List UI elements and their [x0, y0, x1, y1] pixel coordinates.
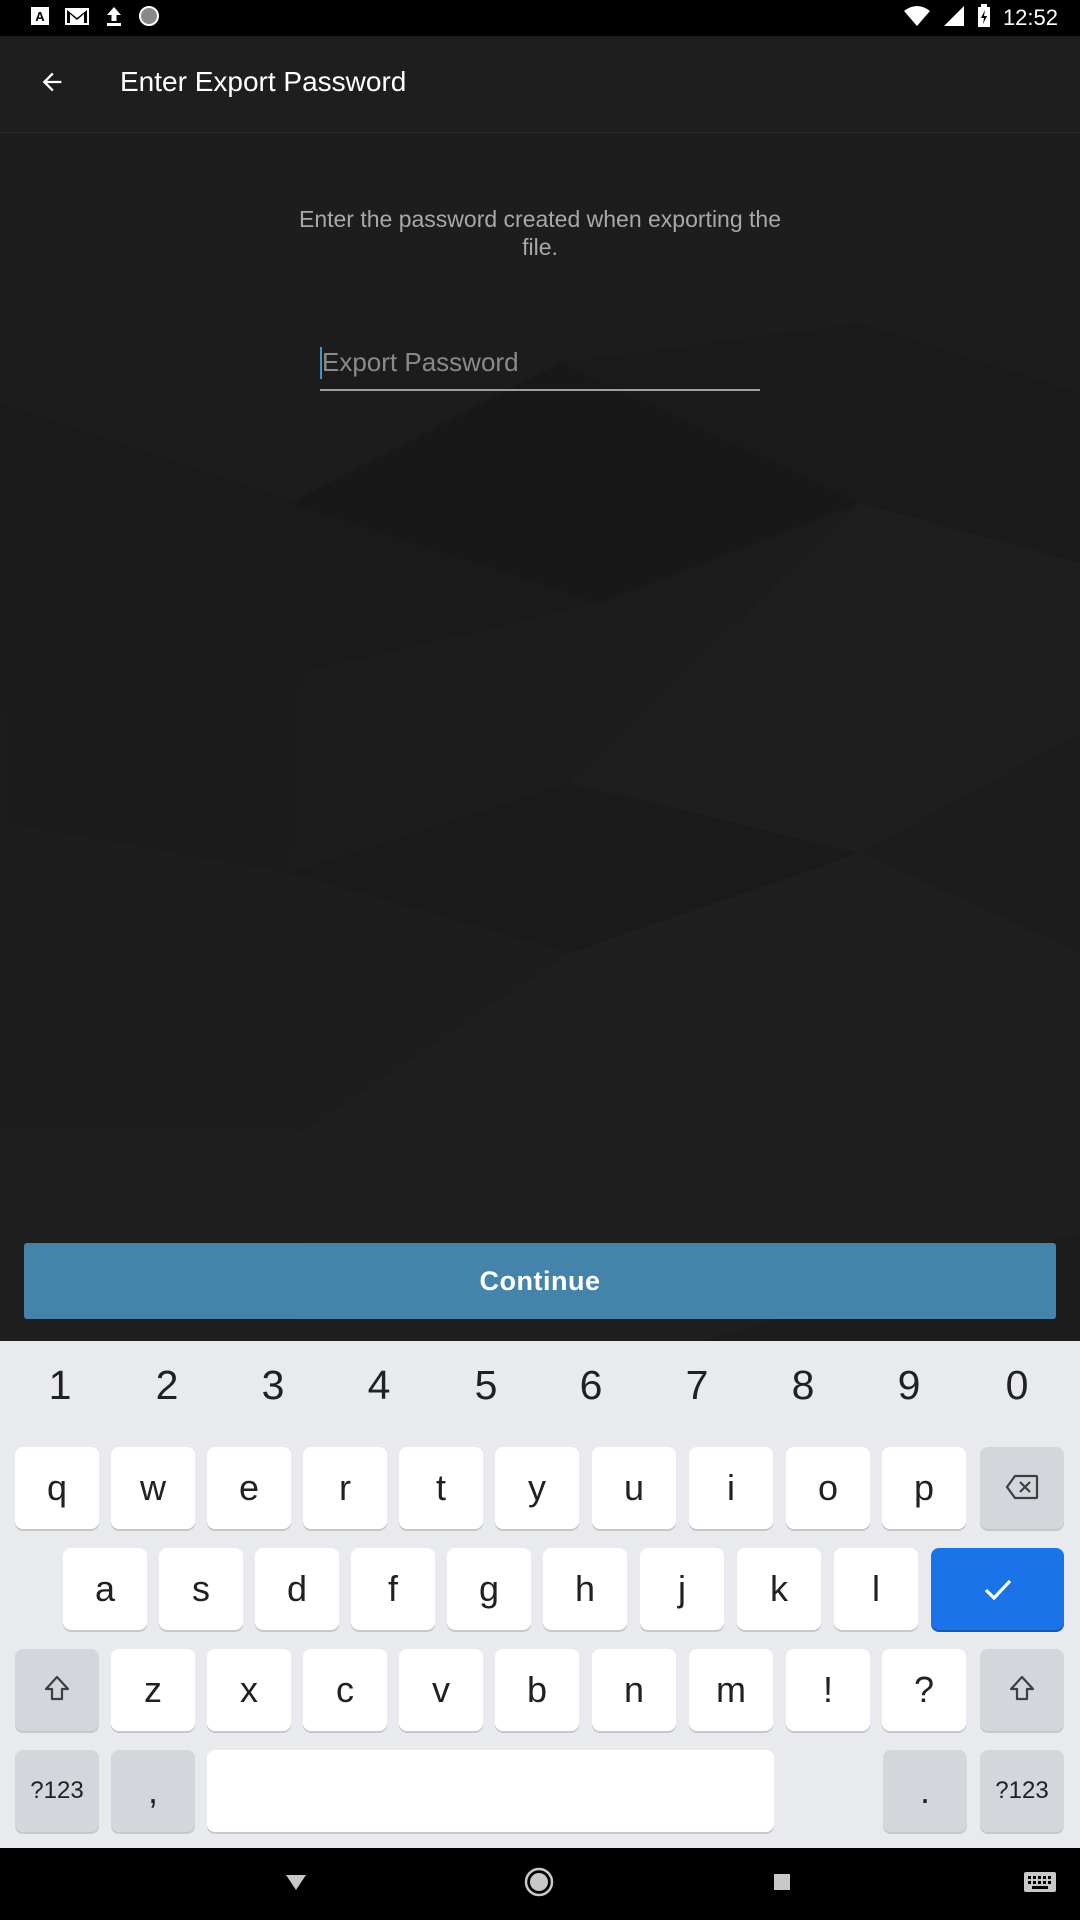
key-v[interactable]: v: [399, 1649, 483, 1731]
shift-key-right[interactable]: [980, 1649, 1064, 1731]
key-q[interactable]: q: [15, 1447, 99, 1529]
symbols-key-left[interactable]: ?123: [15, 1750, 99, 1832]
svg-text:A: A: [35, 9, 45, 24]
key-4[interactable]: 4: [326, 1341, 432, 1429]
back-button[interactable]: [28, 60, 76, 108]
key-8[interactable]: 8: [750, 1341, 856, 1429]
symbols-key-right[interactable]: ?123: [980, 1750, 1064, 1832]
key-f[interactable]: f: [351, 1548, 435, 1630]
continue-button[interactable]: Continue: [24, 1243, 1056, 1319]
key-l[interactable]: l: [834, 1548, 918, 1630]
background-pattern: [0, 133, 1080, 1341]
password-field[interactable]: [320, 337, 762, 391]
key-n[interactable]: n: [592, 1649, 676, 1731]
nav-back-button[interactable]: [274, 1862, 318, 1906]
on-screen-keyboard: 1 2 3 4 5 6 7 8 9 0 q w e r t y u i o p …: [0, 1341, 1080, 1848]
key-e[interactable]: e: [207, 1447, 291, 1529]
key-7[interactable]: 7: [644, 1341, 750, 1429]
comma-key[interactable]: ,: [111, 1750, 195, 1832]
main-content: Enter the password created when exportin…: [0, 133, 1080, 1341]
key-3[interactable]: 3: [220, 1341, 326, 1429]
keyboard-switch-button[interactable]: [1018, 1862, 1062, 1906]
upload-icon: [104, 5, 124, 32]
backspace-key[interactable]: [980, 1447, 1064, 1529]
navigation-bar: [0, 1848, 1080, 1920]
key-6[interactable]: 6: [538, 1341, 644, 1429]
gmail-icon: [64, 6, 90, 31]
key-j[interactable]: j: [640, 1548, 724, 1630]
key-i[interactable]: i: [689, 1447, 773, 1529]
key-question[interactable]: ?: [882, 1649, 966, 1731]
key-a[interactable]: a: [63, 1548, 147, 1630]
wifi-icon: [903, 5, 931, 32]
shift-icon: [43, 1669, 71, 1711]
key-9[interactable]: 9: [856, 1341, 962, 1429]
shift-key-left[interactable]: [15, 1649, 99, 1731]
shift-icon: [1008, 1669, 1036, 1711]
backspace-icon: [1005, 1467, 1039, 1509]
page-title: Enter Export Password: [120, 66, 407, 97]
instruction-text: Enter the password created when exportin…: [298, 206, 781, 260]
key-k[interactable]: k: [737, 1548, 821, 1630]
space-key[interactable]: [207, 1750, 774, 1832]
back-triangle-icon: [284, 1872, 308, 1897]
key-r[interactable]: r: [303, 1447, 387, 1529]
status-time: 12:52: [1002, 5, 1058, 30]
key-exclamation[interactable]: !: [786, 1649, 870, 1731]
key-1[interactable]: 1: [7, 1341, 113, 1429]
number-row: 1 2 3 4 5 6 7 8 9 0: [0, 1341, 1080, 1429]
key-z[interactable]: z: [111, 1649, 195, 1731]
key-c[interactable]: c: [303, 1649, 387, 1731]
font-a-icon: A: [30, 6, 50, 31]
key-d[interactable]: d: [255, 1548, 339, 1630]
app-bar: Enter Export Password: [0, 36, 1080, 133]
keyboard-switch-icon: [1023, 1870, 1057, 1899]
text-caret: [320, 347, 322, 379]
status-bar: A 12:52: [0, 0, 1080, 36]
battery-icon: [977, 3, 991, 33]
nav-home-button[interactable]: [517, 1862, 561, 1906]
check-icon: [983, 1568, 1013, 1610]
home-circle-icon: [523, 1866, 555, 1903]
key-t[interactable]: t: [399, 1447, 483, 1529]
key-w[interactable]: w: [111, 1447, 195, 1529]
recents-square-icon: [772, 1872, 792, 1897]
key-u[interactable]: u: [592, 1447, 676, 1529]
nav-recents-button[interactable]: [760, 1862, 804, 1906]
enter-key[interactable]: [931, 1548, 1064, 1630]
key-g[interactable]: g: [447, 1548, 531, 1630]
key-x[interactable]: x: [207, 1649, 291, 1731]
key-m[interactable]: m: [689, 1649, 773, 1731]
key-s[interactable]: s: [159, 1548, 243, 1630]
period-key[interactable]: .: [883, 1750, 967, 1832]
key-o[interactable]: o: [786, 1447, 870, 1529]
key-0[interactable]: 0: [964, 1341, 1070, 1429]
circle-icon: [138, 5, 160, 32]
key-5[interactable]: 5: [433, 1341, 539, 1429]
key-p[interactable]: p: [882, 1447, 966, 1529]
key-y[interactable]: y: [495, 1447, 579, 1529]
signal-icon: [943, 5, 965, 32]
key-b[interactable]: b: [495, 1649, 579, 1731]
key-h[interactable]: h: [543, 1548, 627, 1630]
arrow-back-icon: [38, 68, 66, 101]
password-input[interactable]: [320, 337, 762, 387]
key-2[interactable]: 2: [114, 1341, 220, 1429]
